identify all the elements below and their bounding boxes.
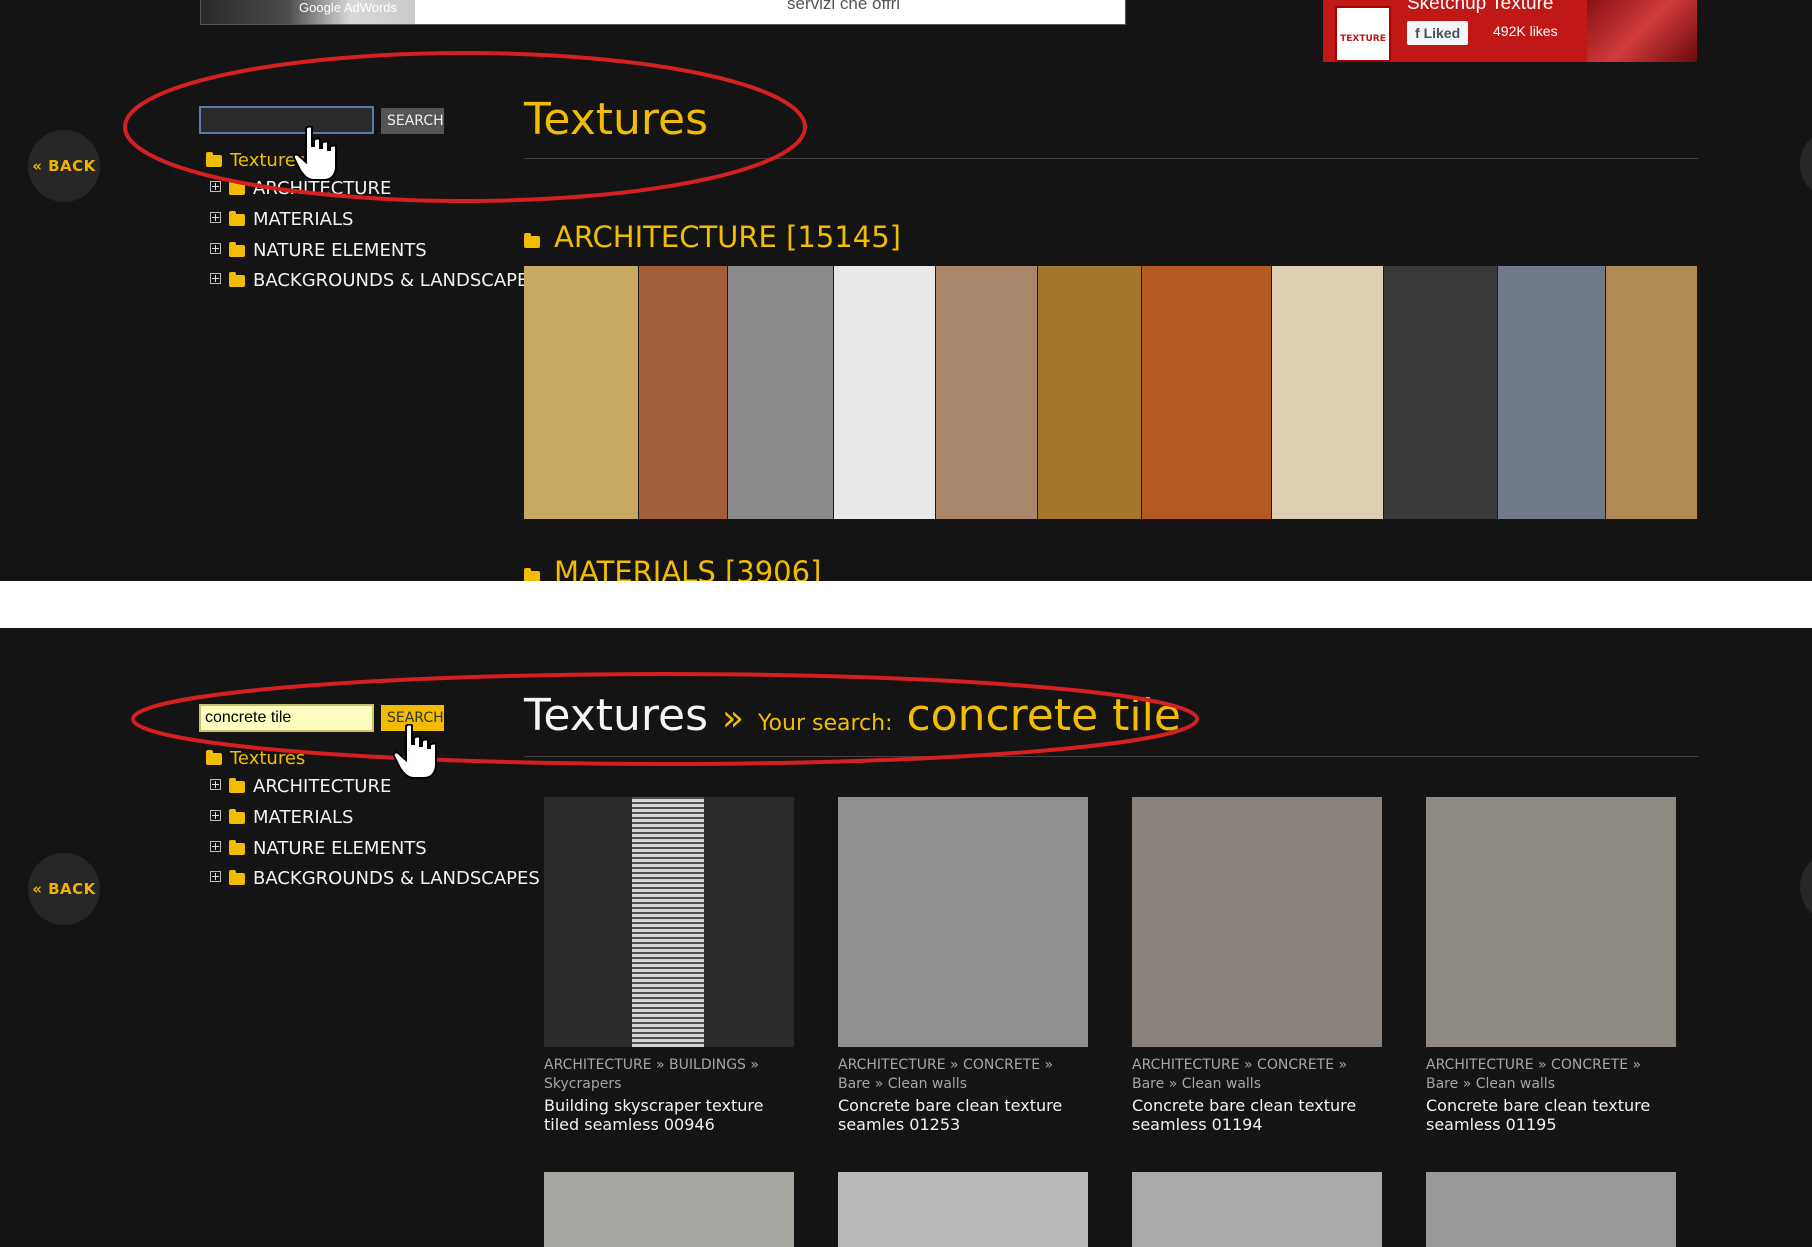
texture-thumb-road[interactable] [1384, 266, 1498, 519]
expand-icon[interactable] [210, 810, 221, 821]
fb-liked-button[interactable]: f Liked [1407, 21, 1469, 45]
result-card[interactable] [1132, 1172, 1382, 1247]
facebook-icon: f [1415, 25, 1424, 41]
annotation-ellipse [131, 672, 1199, 766]
skyscraper-texture [632, 797, 704, 1047]
texture-thumb-rock-wall[interactable] [1606, 266, 1698, 519]
fb-likes-count: 492K likes [1493, 23, 1558, 39]
result-thumbnail[interactable] [1132, 797, 1382, 1047]
folder-icon [229, 870, 245, 885]
texture-thumb-tiles[interactable] [936, 266, 1038, 519]
result-category-path[interactable]: ARCHITECTURE » CONCRETE » Bare » Clean w… [838, 1056, 1088, 1094]
result-card[interactable] [838, 1172, 1088, 1247]
tree-item-label: NATURE ELEMENTS [253, 838, 427, 859]
result-thumbnail[interactable] [544, 797, 794, 1047]
result-title[interactable]: Concrete bare clean texture seamless 011… [1132, 1096, 1382, 1134]
tree-item-backgrounds-landscapes[interactable]: BACKGROUNDS & LANDSCAPES [210, 270, 540, 291]
texture-thumb-wood[interactable] [1038, 266, 1142, 519]
architecture-thumbnail-strip [524, 266, 1698, 519]
next-button[interactable] [1800, 128, 1812, 200]
expand-icon[interactable] [210, 841, 221, 852]
result-category-path[interactable]: ARCHITECTURE » CONCRETE » Bare » Clean w… [1426, 1056, 1676, 1094]
fb-cover-image [1587, 0, 1697, 62]
ad-banner[interactable]: Google AdWords servizi che offri [200, 0, 1126, 25]
result-title[interactable]: Concrete bare clean texture seamles 0125… [838, 1096, 1088, 1134]
folder-icon [229, 272, 245, 287]
result-card[interactable]: ARCHITECTURE » BUILDINGS » Skycrapers Bu… [544, 797, 794, 1134]
next-button[interactable] [1800, 851, 1812, 923]
sketchup-texture-logo: TEXTURE [1335, 6, 1391, 62]
facebook-like-box[interactable]: TEXTURE Sketchup Texture f Liked 492K li… [1323, 0, 1697, 62]
result-thumbnail[interactable] [838, 797, 1088, 1047]
result-thumbnail[interactable] [1426, 1172, 1676, 1247]
tree-item-nature-elements[interactable]: NATURE ELEMENTS [210, 240, 427, 261]
tree-item-materials[interactable]: MATERIALS [210, 807, 353, 828]
tree-item-label: BACKGROUNDS & LANDSCAPES [253, 270, 540, 291]
result-title[interactable]: Building skyscraper texture tiled seamle… [544, 1096, 794, 1134]
result-card[interactable] [1426, 1172, 1676, 1247]
logo-text: TEXTURE [1340, 34, 1386, 44]
result-thumbnail[interactable] [544, 1172, 794, 1247]
fb-page-title: Sketchup Texture [1407, 0, 1554, 14]
ad-label: Google AdWords [299, 0, 398, 15]
folder-icon [524, 568, 540, 581]
folder-icon [229, 809, 245, 824]
texture-thumb-facade[interactable] [524, 266, 639, 519]
texture-thumb-plaster[interactable] [834, 266, 936, 519]
section-architecture[interactable]: ARCHITECTURE [15145] [524, 220, 901, 254]
folder-icon [524, 233, 540, 248]
result-category-path[interactable]: ARCHITECTURE » CONCRETE » Bare » Clean w… [1132, 1056, 1382, 1094]
back-button[interactable]: « BACK [28, 130, 100, 202]
section-label: ARCHITECTURE [15145] [554, 220, 901, 254]
result-thumbnail[interactable] [1132, 1172, 1382, 1247]
screenshot-before-search: Google AdWords servizi che offri TEXTURE… [0, 0, 1812, 581]
result-card[interactable] [544, 1172, 794, 1247]
texture-thumb-marble[interactable] [1272, 266, 1384, 519]
folder-icon [229, 242, 245, 257]
ad-text: servizi che offri [787, 0, 901, 13]
ad-image: Google AdWords [201, 0, 415, 24]
result-thumbnail[interactable] [838, 1172, 1088, 1247]
folder-icon [229, 211, 245, 226]
result-thumbnail[interactable] [1426, 797, 1676, 1047]
result-category-path[interactable]: ARCHITECTURE » BUILDINGS » Skycrapers [544, 1056, 794, 1094]
expand-icon[interactable] [210, 871, 221, 882]
section-materials[interactable]: MATERIALS [3906] [524, 555, 821, 581]
section-label: MATERIALS [3906] [554, 555, 822, 581]
result-card[interactable]: ARCHITECTURE » CONCRETE » Bare » Clean w… [1426, 797, 1676, 1134]
expand-icon[interactable] [210, 243, 221, 254]
fb-liked-label: Liked [1423, 25, 1461, 41]
expand-icon[interactable] [210, 212, 221, 223]
hand-cursor-icon [292, 126, 337, 181]
tree-item-nature-elements[interactable]: NATURE ELEMENTS [210, 838, 427, 859]
expand-icon[interactable] [210, 273, 221, 284]
texture-thumb-roof-tiles[interactable] [1142, 266, 1272, 519]
result-card[interactable]: ARCHITECTURE » CONCRETE » Bare » Clean w… [838, 797, 1088, 1134]
back-button[interactable]: « BACK [28, 853, 100, 925]
folder-icon [229, 840, 245, 855]
tree-item-label: MATERIALS [253, 807, 354, 828]
tree-item-backgrounds-landscapes[interactable]: BACKGROUNDS & LANDSCAPES [210, 868, 540, 889]
hand-cursor-icon [392, 724, 437, 779]
tree-item-label: NATURE ELEMENTS [253, 240, 427, 261]
texture-thumb-brick[interactable] [639, 266, 728, 519]
result-card[interactable]: ARCHITECTURE » CONCRETE » Bare » Clean w… [1132, 797, 1382, 1134]
texture-thumb-cobblestone[interactable] [1498, 266, 1606, 519]
screenshot-divider [0, 581, 1812, 628]
result-title[interactable]: Concrete bare clean texture seamless 011… [1426, 1096, 1676, 1134]
annotation-ellipse [123, 51, 807, 203]
tree-item-label: BACKGROUNDS & LANDSCAPES [253, 868, 540, 889]
texture-thumb-stone[interactable] [728, 266, 834, 519]
